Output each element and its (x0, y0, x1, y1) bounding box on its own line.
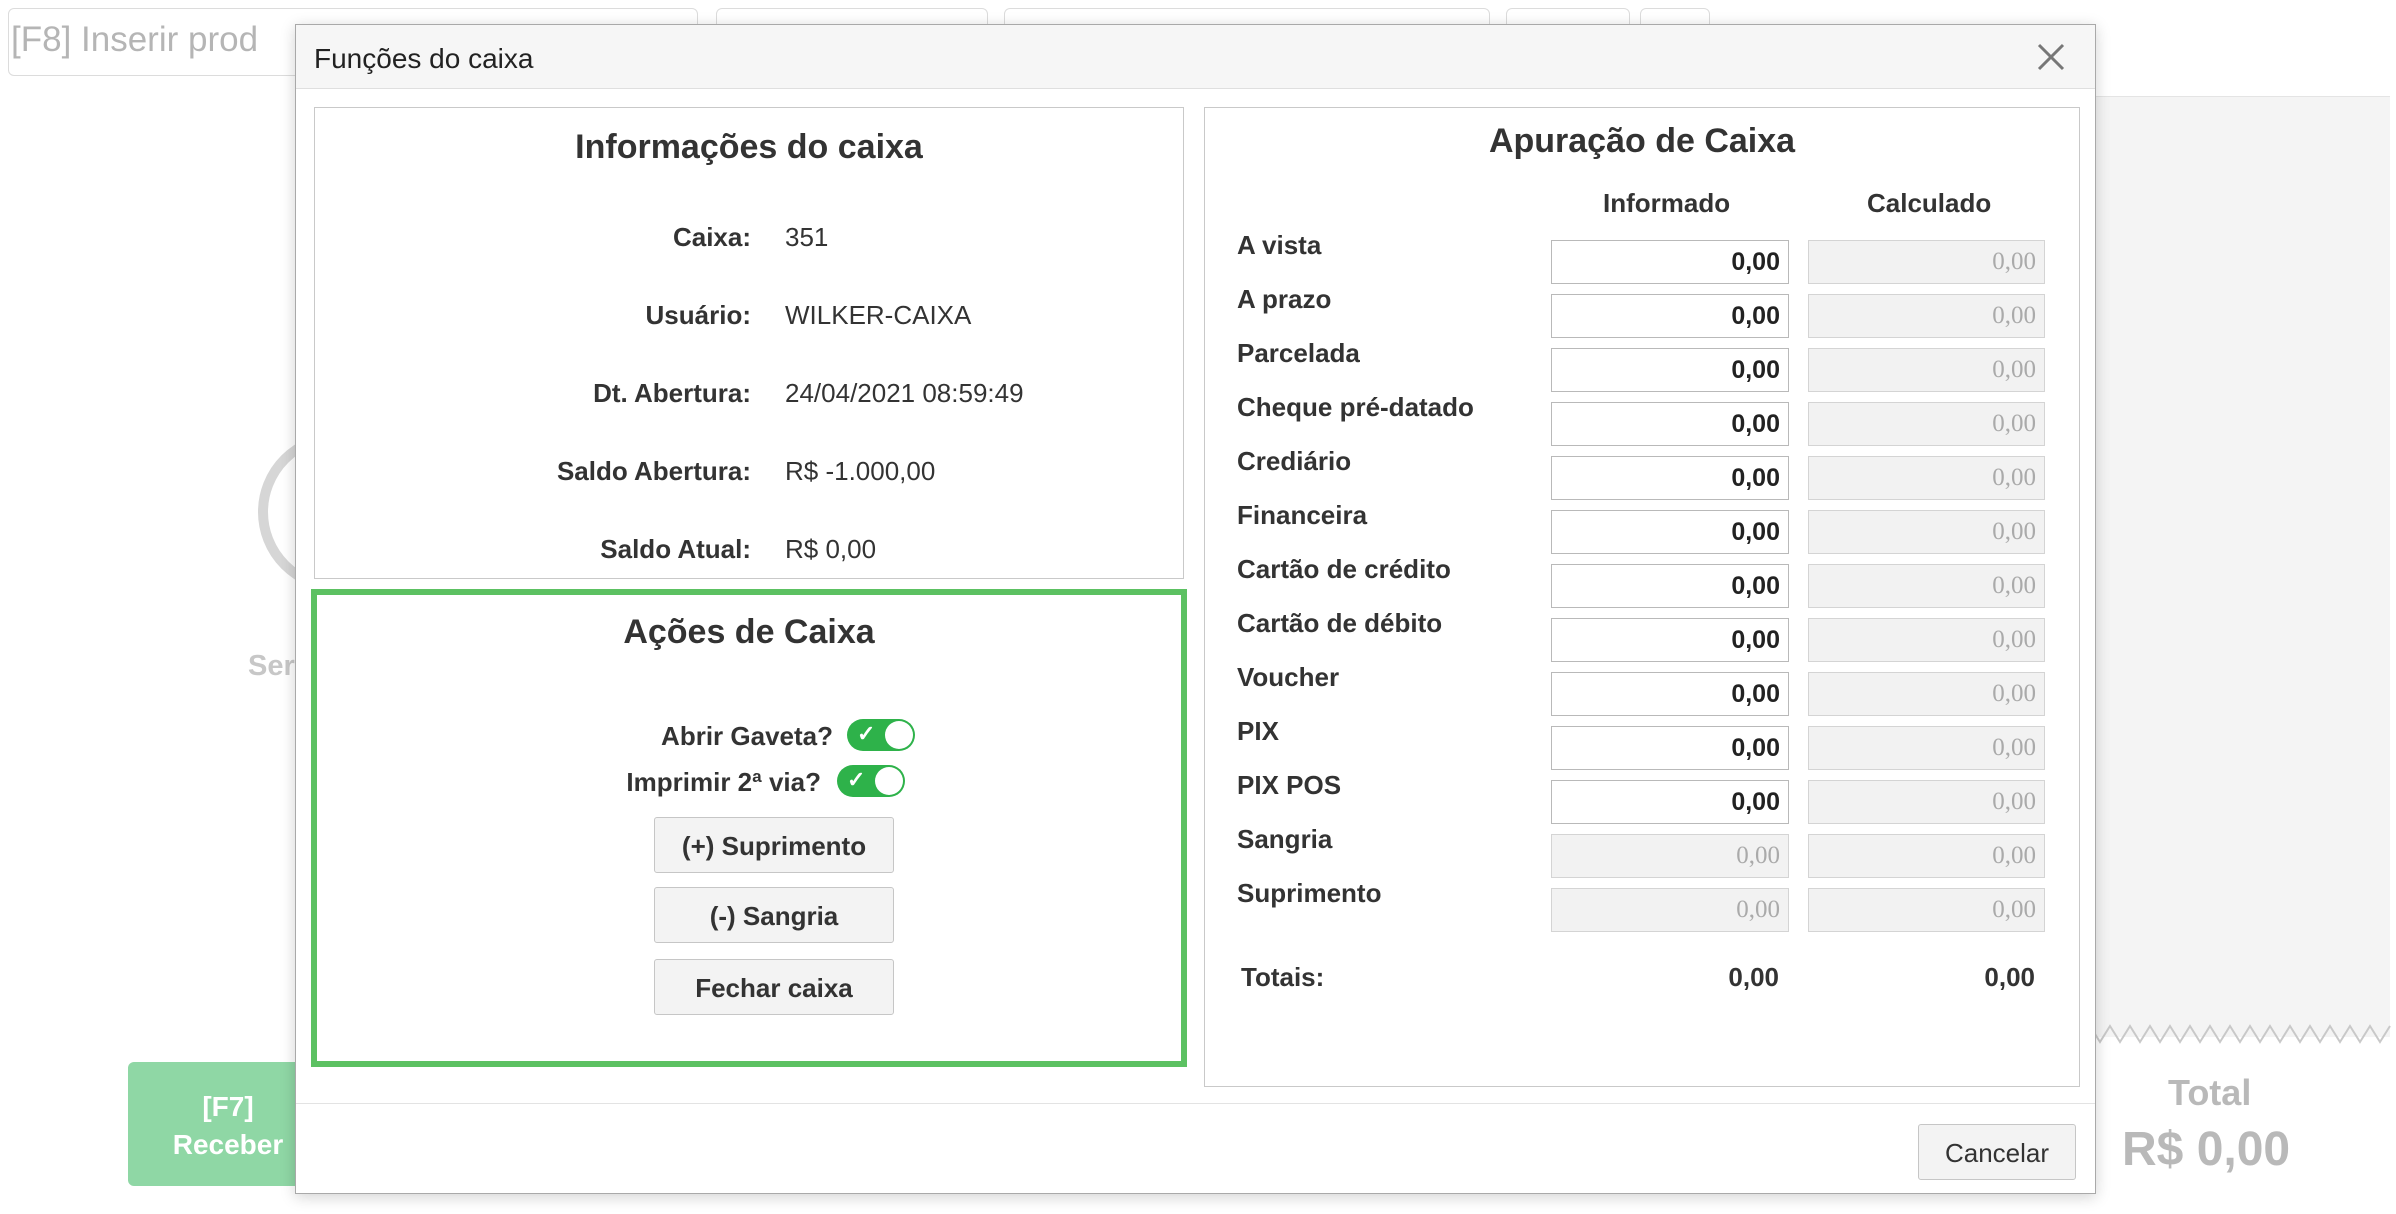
cash-actions-panel: Ações de Caixa Abrir Gaveta? ✓ Imprimir … (311, 589, 1187, 1067)
info-label: Saldo Abertura: (556, 456, 751, 486)
calculated-field (1808, 402, 2045, 446)
col-header-informed: Informado (1603, 188, 1731, 218)
total-value: R$ 0,00 (2122, 1123, 2291, 1176)
informed-field (1551, 888, 1789, 932)
row-label: Voucher (1237, 662, 1340, 692)
withdraw-button[interactable]: (-) Sangria (654, 887, 894, 943)
informed-field (1551, 834, 1789, 878)
info-label: Dt. Abertura: (593, 378, 751, 408)
row-label: A vista (1237, 230, 1322, 260)
info-label: Caixa: (672, 222, 751, 252)
calculated-field (1808, 348, 2045, 392)
info-label: Usuário: (645, 300, 751, 330)
row-label: Financeira (1237, 500, 1368, 530)
cancel-button[interactable]: Cancelar (1918, 1124, 2076, 1180)
informed-input[interactable] (1551, 726, 1789, 770)
calculated-field (1808, 672, 2045, 716)
informed-input[interactable] (1551, 348, 1789, 392)
cash-info-panel: Informações do caixa Caixa: 351 Usuário:… (314, 107, 1184, 579)
informed-input[interactable] (1551, 618, 1789, 662)
calculated-field (1808, 726, 2045, 770)
info-value: 351 (785, 222, 829, 252)
informed-input[interactable] (1551, 294, 1789, 338)
calculated-field (1808, 564, 2045, 608)
info-value: WILKER-CAIXA (785, 300, 972, 330)
toggle-knob (885, 721, 913, 749)
row-label: PIX POS (1237, 770, 1342, 800)
open-drawer-label: Abrir Gaveta? (661, 721, 833, 751)
row-label: Parcelada (1237, 338, 1360, 368)
informed-input[interactable] (1551, 564, 1789, 608)
row-label: Cartão de débito (1237, 608, 1443, 638)
calculated-field (1808, 456, 2045, 500)
print-copy-toggle[interactable]: ✓ (837, 765, 905, 797)
informed-input[interactable] (1551, 402, 1789, 446)
dialog-title: Funções do caixa (314, 43, 534, 74)
supply-button[interactable]: (+) Suprimento (654, 817, 894, 873)
reconciliation-title: Apuração de Caixa (1488, 122, 1796, 160)
check-icon: ✓ (847, 767, 866, 792)
row-suprimento: Suprimento (1205, 878, 2079, 942)
info-value: R$ -1.000,00 (785, 456, 936, 486)
toggle-knob (875, 767, 903, 795)
cash-functions-dialog: Funções do caixa Informações do caixa Ca… (295, 24, 2096, 1194)
info-label: Saldo Atual: (600, 534, 751, 564)
row-label: Crediário (1237, 446, 1352, 476)
totals-label: Totais: (1241, 962, 1325, 992)
dialog-header: Funções do caixa (296, 25, 2095, 89)
cash-actions-title: Ações de Caixa (623, 613, 875, 651)
informed-input[interactable] (1551, 510, 1789, 554)
informed-input[interactable] (1551, 456, 1789, 500)
row-pix-pos: PIX POS (1205, 770, 2079, 834)
informed-input[interactable] (1551, 780, 1789, 824)
informed-input[interactable] (1551, 240, 1789, 284)
row-voucher: Voucher (1205, 662, 2079, 726)
cash-reconciliation-panel: Apuração de Caixa Informado Calculado A … (1204, 107, 2080, 1087)
empty-state-text: Ser (248, 650, 295, 682)
total-informed: 0,00 (1728, 962, 1779, 992)
row-label: Cartão de crédito (1237, 554, 1451, 584)
col-header-calculated: Calculado (1867, 188, 1992, 218)
row-label: Suprimento (1237, 878, 1382, 908)
dialog-footer: Cancelar (296, 1103, 2095, 1193)
print-copy-label: Imprimir 2ª via? (626, 767, 821, 797)
calculated-field (1808, 780, 2045, 824)
total-calculated: 0,00 (1984, 962, 2035, 992)
open-drawer-toggle[interactable]: ✓ (847, 719, 915, 751)
calculated-field (1808, 834, 2045, 878)
close-register-button[interactable]: Fechar caixa (654, 959, 894, 1015)
row-label: Sangria (1237, 824, 1333, 854)
info-value: 24/04/2021 08:59:49 (785, 378, 1024, 408)
calculated-field (1808, 618, 2045, 662)
cash-info-title: Informações do caixa (575, 128, 923, 166)
row-a-vista: A vista (1205, 230, 2079, 294)
informed-input[interactable] (1551, 672, 1789, 716)
receipt-zigzag-edge (2090, 1024, 2391, 1044)
close-icon[interactable] (2031, 37, 2071, 77)
row-label: A prazo (1237, 284, 1332, 314)
calculated-field (1808, 888, 2045, 932)
calculated-field (1808, 294, 2045, 338)
row-label: PIX (1237, 716, 1279, 746)
calculated-field (1808, 240, 2045, 284)
info-value: R$ 0,00 (785, 534, 877, 564)
calculated-field (1808, 510, 2045, 554)
total-label: Total (2168, 1072, 2252, 1113)
receipt-panel (2090, 96, 2390, 1037)
row-label: Cheque pré-datado (1237, 392, 1474, 422)
check-icon: ✓ (857, 721, 876, 746)
